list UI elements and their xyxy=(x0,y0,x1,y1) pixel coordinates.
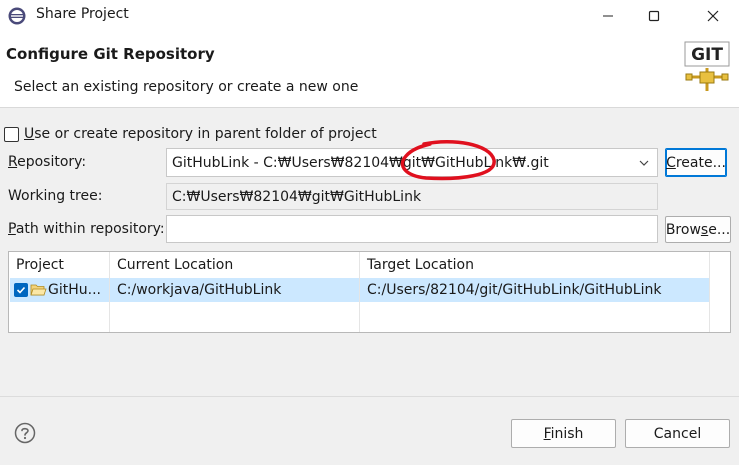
column-divider xyxy=(109,252,110,332)
git-logo-icon: GIT xyxy=(684,41,730,91)
maximize-button[interactable] xyxy=(631,0,677,31)
parent-folder-label: Use or create repository in parent folde… xyxy=(24,126,377,142)
target-location-cell: C:/Users/82104/git/GitHubLink/GitHubLink xyxy=(367,282,662,298)
column-header-target-location[interactable]: Target Location xyxy=(360,252,710,278)
title-bar: Share Project xyxy=(0,0,739,31)
create-button-label: Create... xyxy=(666,154,726,171)
page-description: Select an existing repository or create … xyxy=(14,79,359,95)
browse-button-label: Browse... xyxy=(665,221,731,238)
column-header-project[interactable]: Project xyxy=(9,252,110,278)
window-title: Share Project xyxy=(36,6,129,22)
project-name: GitHu... xyxy=(48,282,101,298)
minimize-icon xyxy=(603,15,613,16)
close-icon xyxy=(707,10,719,21)
cancel-button[interactable]: Cancel xyxy=(625,419,730,448)
path-within-input[interactable] xyxy=(166,215,658,243)
column-header-current-location[interactable]: Current Location xyxy=(110,252,360,278)
git-logo-text: GIT xyxy=(691,45,723,65)
finish-button[interactable]: Finish xyxy=(511,419,616,448)
working-tree-field: C:₩Users₩82104₩git₩GitHubLink xyxy=(166,183,658,210)
maximize-icon xyxy=(648,10,660,21)
close-button[interactable] xyxy=(690,0,736,31)
repository-label: Repository: xyxy=(8,154,87,170)
minimize-button[interactable] xyxy=(585,0,631,31)
create-button[interactable]: Create... xyxy=(665,148,727,177)
help-icon[interactable] xyxy=(14,422,36,444)
working-tree-value: C:₩Users₩82104₩git₩GitHubLink xyxy=(172,188,422,205)
page-title: Configure Git Repository xyxy=(6,45,215,63)
working-tree-label: Working tree: xyxy=(8,188,103,204)
current-location-cell: C:/workjava/GitHubLink xyxy=(117,282,282,298)
wizard-header: Configure Git Repository Select an exist… xyxy=(0,31,739,108)
project-table[interactable]: Project Current Location Target Location… xyxy=(8,251,731,333)
browse-button[interactable]: Browse... xyxy=(665,216,731,243)
path-within-label: Path within repository: xyxy=(8,221,165,237)
finish-button-label: Finish xyxy=(543,425,584,442)
eclipse-app-icon xyxy=(8,7,26,25)
footer-divider xyxy=(0,396,739,397)
parent-folder-option[interactable]: Use or create repository in parent folde… xyxy=(4,124,377,144)
column-divider xyxy=(359,252,360,332)
column-divider xyxy=(709,252,710,332)
open-folder-icon xyxy=(30,284,47,296)
row-checkbox-checked[interactable] xyxy=(14,283,28,297)
checkmark-icon xyxy=(16,286,26,294)
parent-folder-checkbox[interactable] xyxy=(4,126,19,142)
chevron-down-icon xyxy=(639,160,649,166)
project-cell[interactable]: GitHu... xyxy=(14,278,109,302)
red-annotation-mark xyxy=(400,140,496,181)
